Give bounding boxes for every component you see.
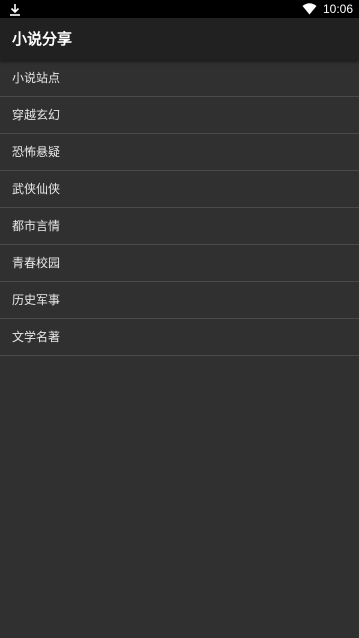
app-bar: 小说分享: [0, 18, 359, 60]
list-item-site[interactable]: 小说站点: [0, 60, 359, 97]
list-item-romance[interactable]: 都市言情: [0, 208, 359, 245]
list-item-label: 文学名著: [12, 330, 61, 344]
list-item-campus[interactable]: 青春校园: [0, 245, 359, 282]
list-item-label: 都市言情: [12, 219, 61, 233]
list-item-fantasy[interactable]: 穿越玄幻: [0, 97, 359, 134]
status-time: 10:06: [322, 2, 353, 16]
wifi-icon: [302, 0, 317, 19]
list-item-horror[interactable]: 恐怖悬疑: [0, 134, 359, 171]
list-item-wuxia[interactable]: 武侠仙侠: [0, 171, 359, 208]
status-bar: 10:06: [0, 0, 359, 18]
screen: 10:06 小说分享 小说站点 穿越玄幻 恐怖悬疑 武侠仙侠 都市言情 青春校园…: [0, 0, 359, 638]
list-item-label: 武侠仙侠: [12, 182, 61, 196]
list-item-label: 穿越玄幻: [12, 108, 61, 122]
list-item-label: 恐怖悬疑: [12, 145, 61, 159]
list-item-label: 历史军事: [12, 293, 61, 307]
list-item-history[interactable]: 历史军事: [0, 282, 359, 319]
category-list: 小说站点 穿越玄幻 恐怖悬疑 武侠仙侠 都市言情 青春校园 历史军事 文学名著: [0, 60, 359, 356]
status-right-group: 10:06: [302, 0, 353, 18]
list-item-label: 青春校园: [12, 256, 61, 270]
download-icon: [8, 2, 22, 16]
list-item-label: 小说站点: [12, 71, 61, 85]
app-title: 小说分享: [12, 30, 73, 48]
list-item-classics[interactable]: 文学名著: [0, 319, 359, 356]
